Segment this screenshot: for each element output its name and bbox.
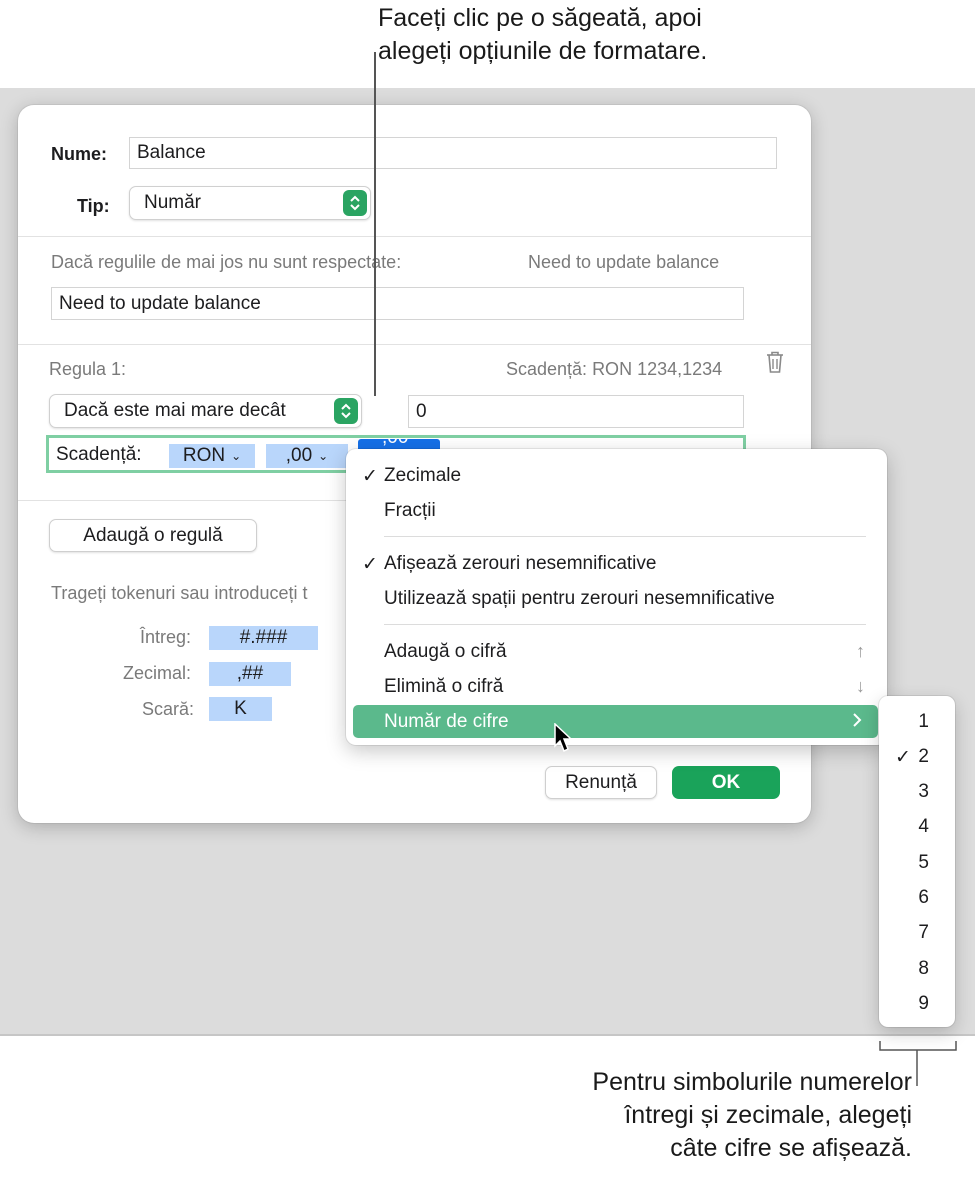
rule-preview: Scadență: RON 1234,1234 [506, 359, 723, 379]
callout-bottom-line1: Pentru simbolurile numerelor [592, 1068, 912, 1096]
submenu-item-3-label: 3 [918, 781, 929, 802]
callout-leader-line [374, 52, 376, 396]
submenu-item-1-label: 1 [918, 711, 929, 732]
integer-label: Întreg: [140, 627, 192, 647]
condition-number-field[interactable]: 0 [408, 395, 744, 428]
fallback-text-value: Need to update balance [59, 292, 261, 314]
menu-item-remove-digit[interactable]: Elimină o cifră ↓ [346, 670, 887, 703]
condition-popup[interactable]: Dacă este mai mare decât [49, 394, 362, 428]
divider-1 [18, 236, 811, 237]
digits-submenu: 1 ✓ 2 3 4 5 6 7 8 9 [879, 696, 955, 1027]
menu-item-fractions-label: Fracții [384, 500, 436, 521]
scale-token[interactable]: K [209, 697, 272, 721]
condition-stepper-icon[interactable] [334, 398, 358, 424]
submenu-item-2-label: 2 [918, 746, 929, 767]
cancel-button-label: Renunță [565, 771, 637, 793]
add-rule-button-label: Adaugă o regulă [83, 524, 223, 546]
decimal-token[interactable]: ,## [209, 662, 291, 686]
tokens-hint: Trageți tokenuri sau introduceți t [51, 583, 308, 603]
chevron-down-icon: ⌄ [231, 449, 242, 463]
menu-item-show-zeros[interactable]: ✓ Afișează zerouri nesemnificative [346, 547, 887, 580]
submenu-item-8[interactable]: 8 [879, 951, 955, 986]
trash-icon[interactable] [764, 350, 786, 379]
decimal-format-token-label: ,00 [285, 445, 313, 466]
ok-button[interactable]: OK [672, 766, 780, 799]
currency-token-label: RON [182, 445, 226, 466]
menu-item-show-zeros-label: Afișează zerouri nesemnificative [384, 553, 657, 574]
menu-item-number-of-digits[interactable]: Număr de cifre [353, 705, 878, 738]
callout-bottom-line3: câte cifre se afișează. [670, 1134, 912, 1162]
callout-top: Faceți clic pe o săgeată, apoi alegeți o… [330, 2, 830, 68]
integer-token[interactable]: #.### [209, 626, 318, 650]
submenu-item-1[interactable]: 1 [879, 704, 955, 739]
format-dropdown-menu: ✓ Zecimale Fracții ✓ Afișează zerouri ne… [346, 449, 887, 745]
menu-item-number-of-digits-label: Număr de cifre [384, 711, 509, 732]
submenu-item-2[interactable]: ✓ 2 [879, 739, 955, 774]
condition-number-value: 0 [416, 400, 427, 422]
format-prefix: Scadență: [56, 444, 142, 465]
menu-item-fractions[interactable]: Fracții [346, 494, 887, 527]
chevron-down-icon: ⌄ [318, 449, 329, 463]
menu-item-decimals[interactable]: ✓ Zecimale [346, 459, 887, 492]
callout-top-line1: Faceți clic pe o săgeată, apoi [378, 4, 702, 32]
type-popup-value: Număr [144, 192, 202, 213]
currency-token[interactable]: RON ⌄ [169, 444, 255, 468]
callout-top-line2: alegeți opțiunile de formatare. [378, 37, 708, 65]
condition-popup-value: Dacă este mai mare decât [64, 400, 286, 421]
arrow-down-icon: ↓ [856, 676, 865, 696]
chevron-right-icon [852, 712, 862, 734]
submenu-item-7-label: 7 [918, 922, 929, 943]
name-field[interactable]: Balance [129, 137, 777, 169]
fallback-label: Dacă regulile de mai jos nu sunt respect… [51, 252, 402, 272]
scale-label: Scară: [142, 699, 195, 719]
ok-button-label: OK [711, 771, 741, 793]
submenu-item-7[interactable]: 7 [879, 915, 955, 950]
submenu-item-3[interactable]: 3 [879, 774, 955, 809]
submenu-item-8-label: 8 [918, 958, 929, 979]
checkmark-icon: ✓ [362, 466, 378, 487]
menu-item-use-spaces-label: Utilizează spații pentru zerouri nesemni… [384, 588, 775, 609]
name-field-value: Balance [137, 142, 206, 163]
submenu-item-5-label: 5 [918, 852, 929, 873]
scale-token-label: K [234, 698, 247, 719]
menu-separator [384, 536, 866, 537]
fallback-preview: Need to update balance [528, 252, 720, 272]
submenu-item-4[interactable]: 4 [879, 809, 955, 844]
submenu-item-5[interactable]: 5 [879, 845, 955, 880]
menu-item-decimals-label: Zecimale [384, 465, 462, 486]
submenu-item-4-label: 4 [918, 816, 929, 837]
callout-bottom-line2: întregi și zecimale, alegeți [624, 1101, 912, 1129]
menu-separator [384, 624, 866, 625]
decimal-format-token[interactable]: ,00 ⌄ [266, 444, 348, 468]
submenu-item-6[interactable]: 6 [879, 880, 955, 915]
menu-item-use-spaces[interactable]: Utilizează spații pentru zerouri nesemni… [346, 582, 887, 615]
checkmark-icon: ✓ [895, 747, 911, 768]
selected-token-label: ,00 [382, 439, 408, 449]
menu-item-add-digit[interactable]: Adaugă o cifră ↑ [346, 635, 887, 668]
type-popup[interactable]: Număr [129, 186, 371, 220]
decimal-token-label: ,## [236, 663, 264, 684]
submenu-item-9-label: 9 [918, 993, 929, 1014]
menu-item-add-digit-label: Adaugă o cifră [384, 641, 507, 662]
cancel-button[interactable]: Renunță [545, 766, 657, 799]
checkmark-icon: ✓ [362, 554, 378, 575]
callout-bottom: Pentru simbolurile numerelor întregi și … [480, 1066, 912, 1165]
menu-item-remove-digit-label: Elimină o cifră [384, 676, 504, 697]
submenu-item-6-label: 6 [918, 887, 929, 908]
arrow-up-icon: ↑ [856, 641, 865, 661]
type-label: Tip: [77, 196, 110, 216]
type-stepper-icon[interactable] [343, 190, 367, 216]
add-rule-button[interactable]: Adaugă o regulă [49, 519, 257, 552]
rule-label: Regula 1: [49, 359, 127, 379]
divider-2 [18, 344, 811, 345]
name-label: Nume: [51, 144, 108, 164]
mouse-cursor-icon [554, 722, 576, 758]
integer-token-label: #.### [239, 627, 288, 648]
decimal-label: Zecimal: [123, 663, 192, 683]
submenu-item-9[interactable]: 9 [879, 986, 955, 1021]
fallback-text-field[interactable]: Need to update balance [51, 287, 744, 320]
